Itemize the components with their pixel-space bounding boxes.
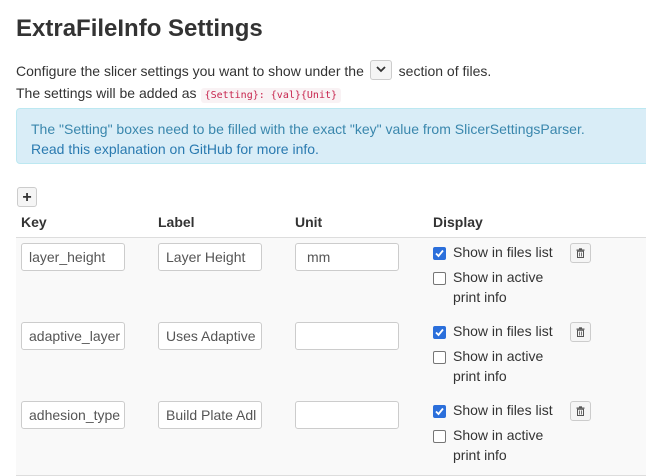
show-in-print-label-line2: print info xyxy=(453,289,507,305)
info-alert: The "Setting" boxes need to be filled wi… xyxy=(16,108,646,164)
description-text-before: Configure the slicer settings you want t… xyxy=(16,63,364,79)
table-row: layer_height Layer Height mm Show in fil… xyxy=(16,238,646,318)
delete-row-button[interactable] xyxy=(570,322,591,342)
trash-icon xyxy=(576,327,585,337)
table-row: adaptive_layer Uses Adaptive Show in fil… xyxy=(16,317,646,397)
format-code: {Setting}: {val}{Unit} xyxy=(200,88,342,103)
column-header-key: Key xyxy=(21,214,47,230)
column-header-display: Display xyxy=(433,214,483,230)
trash-icon xyxy=(576,248,585,258)
table-row: adhesion_type Build Plate Adl Show in fi… xyxy=(16,396,646,476)
github-explanation-link[interactable]: Read this explanation on GitHub for more… xyxy=(31,141,319,157)
delete-row-button[interactable] xyxy=(570,401,591,421)
settings-page: ExtraFileInfo Settings Configure the sli… xyxy=(0,0,646,476)
show-in-print-label-line2: print info xyxy=(453,447,507,463)
delete-row-button[interactable] xyxy=(570,243,591,263)
show-in-files-checkbox[interactable] xyxy=(433,326,446,339)
chevron-down-icon xyxy=(376,66,386,73)
show-in-print-checkbox[interactable] xyxy=(433,351,446,364)
unit-input[interactable] xyxy=(295,322,399,350)
show-in-print-label: Show in active xyxy=(453,348,544,364)
description-text-after: section of files. xyxy=(398,63,492,79)
unit-input[interactable]: mm xyxy=(295,243,399,271)
show-in-print-label-line2: print info xyxy=(453,368,507,384)
trash-icon xyxy=(576,406,585,416)
column-header-unit: Unit xyxy=(295,214,323,230)
show-in-files-label: Show in files list xyxy=(453,402,553,418)
label-input[interactable]: Layer Height xyxy=(158,243,262,271)
show-in-print-checkbox[interactable] xyxy=(433,272,446,285)
show-in-print-label: Show in active xyxy=(453,269,544,285)
column-header-label: Label xyxy=(158,214,195,230)
description-line-2: The settings will be added as {Setting}: … xyxy=(16,83,342,106)
show-in-files-checkbox[interactable] xyxy=(433,247,446,260)
add-setting-button[interactable]: + xyxy=(17,187,37,207)
show-in-files-label: Show in files list xyxy=(453,244,553,260)
show-in-files-checkbox[interactable] xyxy=(433,405,446,418)
check-icon xyxy=(435,328,444,337)
check-icon xyxy=(435,407,444,416)
check-icon xyxy=(435,249,444,258)
show-in-files-label: Show in files list xyxy=(453,323,553,339)
key-input[interactable]: adaptive_layer xyxy=(21,322,125,350)
label-input[interactable]: Build Plate Adl xyxy=(158,401,262,429)
label-input[interactable]: Uses Adaptive xyxy=(158,322,262,350)
description-text: The settings will be added as xyxy=(16,85,197,101)
description-line-1: Configure the slicer settings you want t… xyxy=(16,60,492,82)
page-title: ExtraFileInfo Settings xyxy=(16,15,263,42)
alert-text: The "Setting" boxes need to be filled wi… xyxy=(31,121,585,137)
files-section-toggle xyxy=(369,60,392,81)
key-input[interactable]: adhesion_type xyxy=(21,401,125,429)
unit-input[interactable] xyxy=(295,401,399,429)
show-in-print-checkbox[interactable] xyxy=(433,430,446,443)
show-in-print-label: Show in active xyxy=(453,427,544,443)
key-input[interactable]: layer_height xyxy=(21,243,125,271)
